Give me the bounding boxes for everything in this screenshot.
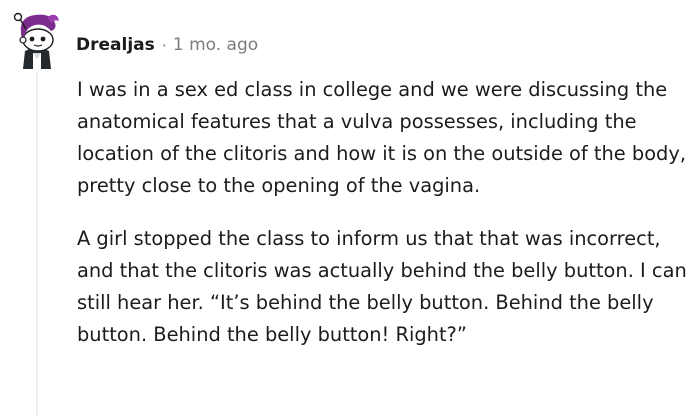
user-avatar[interactable] bbox=[11, 9, 63, 69]
comment-timestamp[interactable]: 1 mo. ago bbox=[173, 35, 258, 55]
author-name[interactable]: Drealjas bbox=[76, 35, 155, 55]
meta-separator: · bbox=[161, 35, 167, 55]
comment-meta: Drealjas · 1 mo. ago bbox=[76, 34, 258, 56]
comment: Drealjas · 1 mo. ago I was in a sex ed c… bbox=[0, 0, 700, 417]
thread-line[interactable] bbox=[36, 72, 38, 417]
comment-body: I was in a sex ed class in college and w… bbox=[77, 74, 687, 372]
snoo-avatar-icon bbox=[13, 12, 59, 69]
comment-paragraph: A girl stopped the class to inform us th… bbox=[77, 227, 687, 346]
comment-paragraph: I was in a sex ed class in college and w… bbox=[77, 78, 687, 197]
